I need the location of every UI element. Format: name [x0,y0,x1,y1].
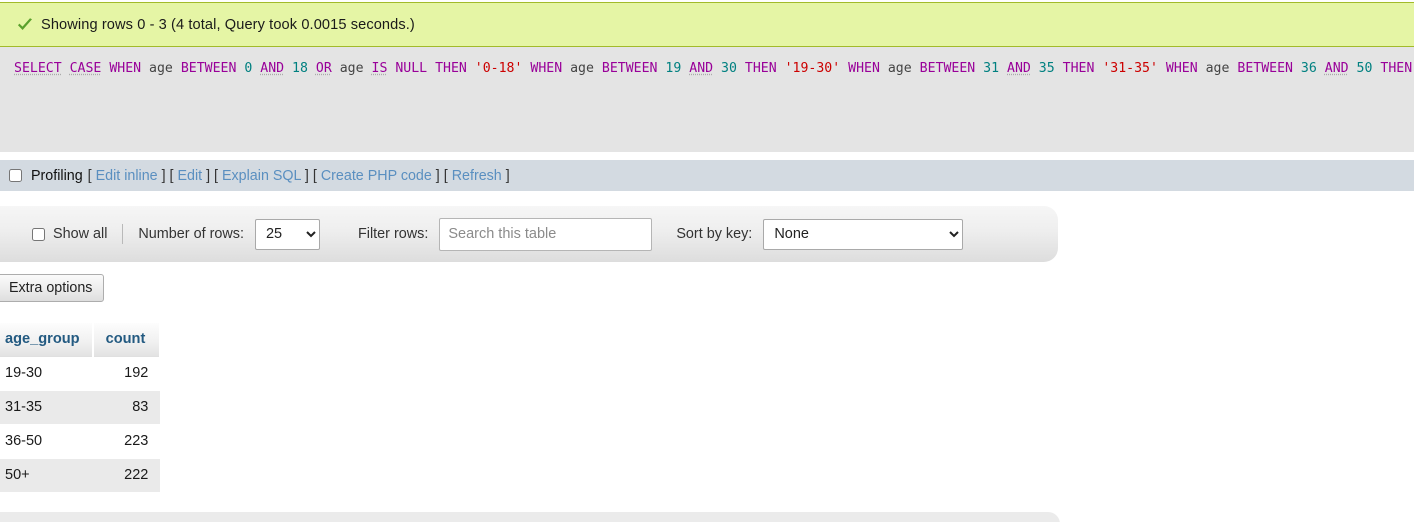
link-create-php-code[interactable]: Create PHP code [321,168,432,184]
profiling-action-bar: Profiling [ Edit inline ] [ Edit ] [ Exp… [0,160,1414,191]
table-row[interactable]: 50+ 222 [0,458,161,493]
phpmyadmin-results-page: Showing rows 0 - 3 (4 total, Query took … [0,0,1422,522]
bracket-open: [ [214,167,222,184]
table-row[interactable]: 36-50 223 [0,424,161,459]
bracket-close: ] [300,167,313,184]
number-of-rows-select[interactable]: 2550100250500 [254,218,320,250]
sql-action-links: [ Edit inline ] [ Edit ] [ Explain SQL ]… [88,168,510,184]
show-all-label: Show all [53,226,108,242]
link-explain-sql[interactable]: Explain SQL [222,168,301,184]
query-results-table: age_group count 19-30 192 31-35 83 36-50 223 50… [0,323,162,493]
filter-rows-input[interactable] [439,217,653,251]
profiling-checkbox[interactable] [9,169,22,182]
toolbar-divider [122,224,124,244]
sql-query-display[interactable]: SELECT CASE WHEN age BETWEEN 0 AND 18 OR… [0,47,1422,152]
bracket-open: [ [312,167,321,184]
profiling-label: Profiling [31,167,83,184]
bracket-close: ] [157,167,170,184]
cell-age_group: 50+ [0,458,93,493]
extra-options-button[interactable]: Extra options [0,274,105,302]
bracket-close: ] [202,167,215,184]
cell-count: 192 [92,356,161,391]
green-check-icon [18,17,32,30]
sort-by-key-select[interactable]: None [763,218,964,250]
bracket-open: [ [443,167,452,184]
cell-age_group: 31-35 [0,390,93,425]
cell-age_group: 36-50 [0,424,93,459]
bracket-close: ] [501,167,510,184]
query-success-message: Showing rows 0 - 3 (4 total, Query took … [41,16,415,33]
sort-by-key-label: Sort by key: [676,226,753,242]
bottom-panel [0,512,1060,522]
query-success-banner: Showing rows 0 - 3 (4 total, Query took … [0,2,1414,47]
bracket-close: ] [431,167,444,184]
column-header-count[interactable]: count [92,323,162,357]
results-table-head: age_group count [0,323,162,357]
number-of-rows-label: Number of rows: [138,226,244,242]
link-refresh[interactable]: Refresh [452,168,502,184]
link-edit[interactable]: Edit [177,168,202,184]
cell-count: 223 [92,424,161,459]
table-row[interactable]: 31-35 83 [0,390,161,425]
cell-count: 222 [92,458,161,493]
cell-count: 83 [92,390,161,425]
filter-rows-label: Filter rows: [357,226,429,242]
results-table-body: 19-30 192 31-35 83 36-50 223 50+ 222 [0,356,161,493]
results-header-row: age_group count [0,323,162,357]
show-all-checkbox[interactable] [32,227,45,241]
link-edit-inline[interactable]: Edit inline [96,168,158,184]
sql-query-text: SELECT CASE WHEN age BETWEEN 0 AND 18 OR… [14,61,1422,76]
results-options-toolbar: Show all Number of rows: 2550100250500 F… [0,206,1058,262]
table-row[interactable]: 19-30 192 [0,356,161,391]
column-header-age_group[interactable]: age_group [0,323,94,357]
cell-age_group: 19-30 [0,356,93,391]
bracket-open: [ [87,167,96,184]
